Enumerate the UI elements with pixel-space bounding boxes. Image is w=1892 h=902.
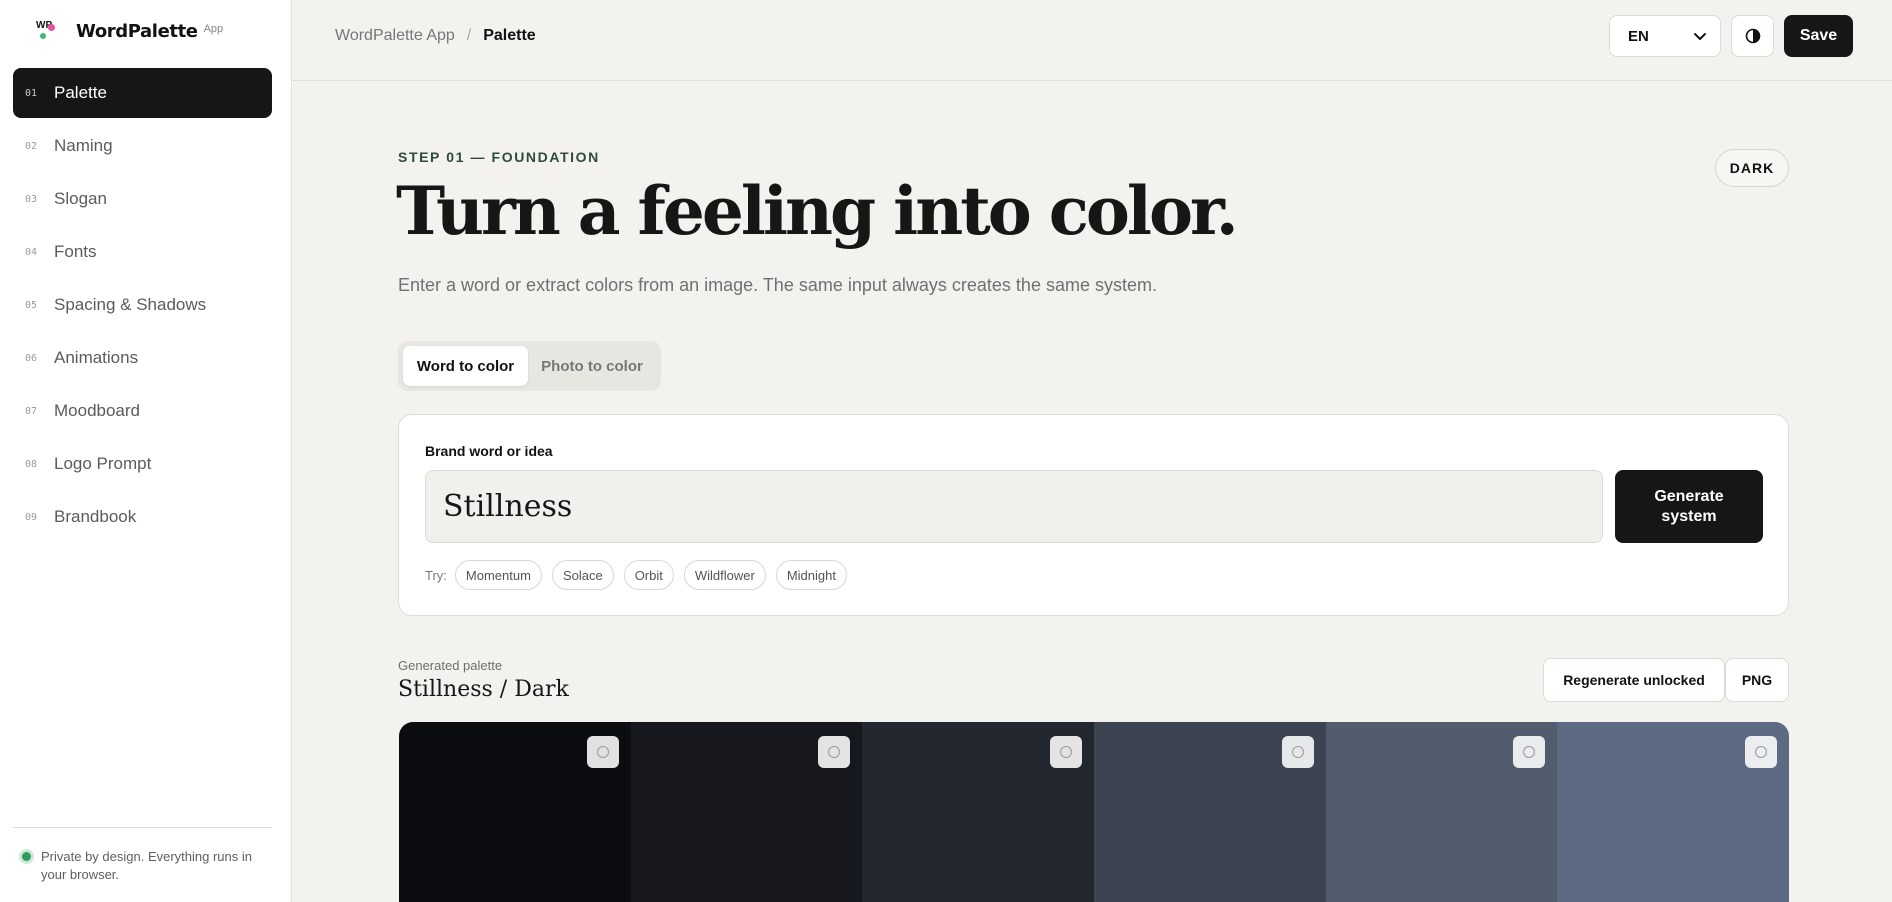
unlock-icon — [1291, 746, 1304, 758]
brand-suffix: App — [203, 23, 224, 35]
sidebar-nav: 01 Palette 02 Naming 03 Slogan 04 Fonts … — [13, 68, 272, 545]
breadcrumb-current: Palette — [483, 27, 536, 44]
nav-number: 04 — [25, 246, 38, 258]
breadcrumb-root[interactable]: WordPalette App — [335, 27, 455, 45]
breadcrumb-separator: / — [466, 27, 472, 44]
contrast-icon — [1745, 28, 1760, 44]
input-card: Brand word or idea Stillness Generate sy… — [398, 414, 1789, 616]
nav-number: 08 — [25, 458, 38, 470]
nav-number: 03 — [25, 193, 38, 205]
sidebar-item-logo-prompt[interactable]: 08 Logo Prompt — [13, 439, 272, 489]
suggestion-chip[interactable]: Midnight — [775, 560, 847, 590]
color-swatch[interactable] — [1557, 722, 1789, 902]
nav-label: Naming — [54, 136, 113, 155]
save-button[interactable]: Save — [1784, 15, 1853, 57]
try-label: Try: — [425, 567, 447, 583]
sidebar-item-animations[interactable]: 06 Animations — [13, 333, 272, 383]
nav-label: Spacing & Shadows — [54, 295, 207, 314]
nav-number: 07 — [25, 405, 38, 417]
color-swatch[interactable] — [862, 722, 1095, 902]
lock-toggle-button[interactable] — [1050, 736, 1083, 768]
sidebar-item-brandbook[interactable]: 09 Brandbook — [13, 492, 272, 542]
brand-word-label: Brand word or idea — [425, 443, 553, 459]
sidebar-item-fonts[interactable]: 04 Fonts — [13, 227, 272, 277]
lock-toggle-button[interactable] — [1513, 736, 1546, 768]
unlock-icon — [596, 746, 609, 758]
unlock-icon — [828, 746, 841, 758]
nav-label: Logo Prompt — [54, 454, 152, 473]
suggestion-chip[interactable]: Wildflower — [683, 560, 766, 590]
nav-label: Brandbook — [54, 507, 137, 526]
lock-toggle-button[interactable] — [818, 736, 851, 768]
nav-label: Slogan — [54, 189, 107, 208]
theme-toggle-button[interactable] — [1731, 15, 1774, 57]
sidebar-item-spacing-shadows[interactable]: 05 Spacing & Shadows — [13, 280, 272, 330]
sidebar-item-naming[interactable]: 02 Naming — [13, 121, 272, 171]
suggestion-chip[interactable]: Momentum — [454, 560, 542, 590]
nav-label: Animations — [54, 348, 139, 367]
generate-system-button[interactable]: Generate system — [1615, 470, 1763, 543]
status-dot-icon — [22, 852, 31, 861]
privacy-text: Private by design. Everything runs in yo… — [41, 849, 252, 882]
language-value: EN — [1628, 27, 1649, 45]
sidebar: WP WordPalette App 01 Palette 02 Naming … — [0, 0, 292, 902]
sidebar-item-moodboard[interactable]: 07 Moodboard — [13, 386, 272, 436]
regenerate-unlocked-button[interactable]: Regenerate unlocked — [1543, 658, 1725, 702]
sidebar-item-palette[interactable]: 01 Palette — [13, 68, 272, 118]
lock-toggle-button[interactable] — [1281, 736, 1314, 768]
color-swatch[interactable] — [1094, 722, 1326, 902]
mode-badge[interactable]: DARK — [1715, 149, 1789, 187]
language-select[interactable]: EN — [1609, 15, 1721, 57]
brand-word-input[interactable]: Stillness — [425, 470, 1603, 543]
export-png-button[interactable]: PNG — [1725, 658, 1789, 702]
nav-label: Fonts — [54, 242, 97, 261]
color-swatch[interactable] — [399, 722, 631, 902]
top-bar: WordPalette App / Palette EN Save — [293, 0, 1892, 81]
chevron-down-icon — [1694, 33, 1706, 40]
unlock-icon — [1523, 746, 1536, 758]
color-swatch[interactable] — [630, 722, 863, 902]
nav-label: Moodboard — [54, 401, 141, 420]
nav-number: 02 — [25, 140, 38, 152]
lock-toggle-button[interactable] — [586, 736, 619, 768]
brand[interactable]: WP WordPalette App — [34, 18, 223, 44]
breadcrumb: WordPalette App / Palette — [335, 27, 536, 45]
tab-photo-to-color[interactable]: Photo to color — [528, 346, 656, 386]
nav-number: 09 — [25, 511, 38, 523]
step-eyebrow: STEP 01 — FOUNDATION — [398, 149, 600, 165]
lock-toggle-button[interactable] — [1745, 736, 1778, 768]
suggestion-row: Try: Momentum Solace Orbit Wildflower Mi… — [425, 560, 857, 590]
nav-number: 06 — [25, 352, 38, 364]
page-subtitle: Enter a word or extract colors from an i… — [398, 275, 1157, 295]
privacy-note: Private by design. Everything runs in yo… — [13, 827, 272, 884]
logo-icon: WP — [34, 19, 58, 43]
nav-number: 05 — [25, 299, 38, 311]
brand-name: WordPalette — [76, 20, 198, 42]
color-swatch[interactable] — [1325, 722, 1558, 902]
page-title: Turn a feeling into color. — [396, 172, 1239, 250]
nav-number: 01 — [25, 87, 38, 99]
palette-swatches — [399, 722, 1789, 902]
suggestion-chip[interactable]: Orbit — [623, 560, 674, 590]
sidebar-item-slogan[interactable]: 03 Slogan — [13, 174, 272, 224]
tab-word-to-color[interactable]: Word to color — [403, 346, 528, 386]
mode-tabs: Word to color Photo to color — [398, 341, 661, 391]
suggestion-chip[interactable]: Solace — [551, 560, 614, 590]
palette-section-label: Generated palette — [398, 658, 503, 673]
nav-label: Palette — [54, 83, 107, 102]
unlock-icon — [1755, 746, 1768, 758]
unlock-icon — [1060, 746, 1073, 758]
palette-title: Stillness / Dark — [398, 677, 569, 702]
